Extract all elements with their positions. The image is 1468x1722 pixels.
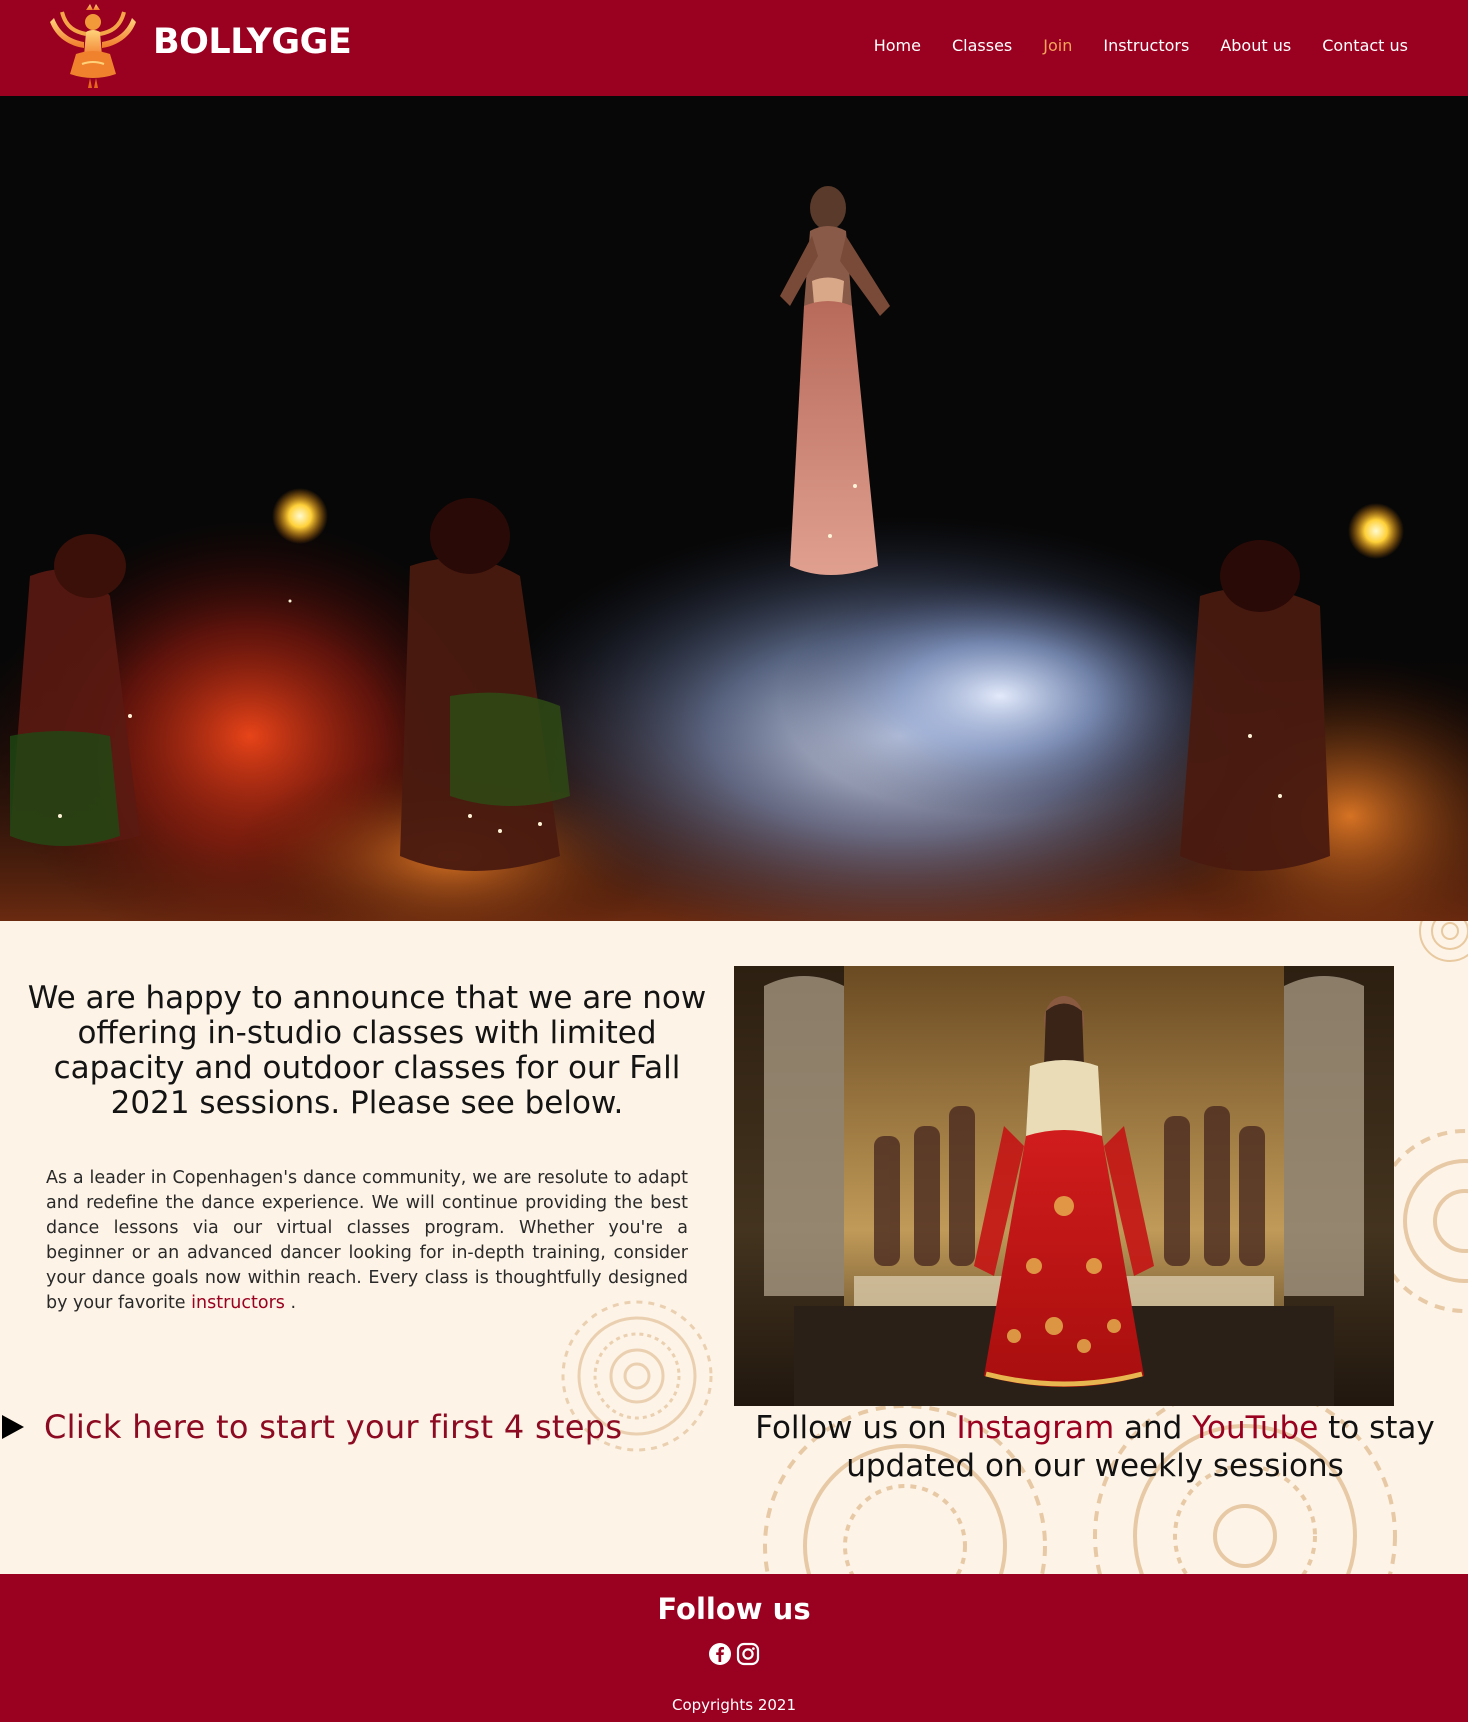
start-steps-label[interactable]: Click here to start your first 4 steps	[44, 1408, 622, 1446]
bride-photo	[734, 966, 1394, 1406]
mandala-decoration-icon	[1419, 921, 1468, 962]
nav-instructors[interactable]: Instructors	[1103, 36, 1189, 55]
nav-home[interactable]: Home	[874, 36, 921, 55]
announcement-headline: We are happy to announce that we are now…	[27, 980, 707, 1121]
brand-name[interactable]: BOLLYGGE	[153, 22, 352, 62]
instructors-link[interactable]: instructors	[191, 1293, 285, 1313]
follow-prefix: Follow us on	[755, 1410, 957, 1446]
nav-classes[interactable]: Classes	[952, 36, 1012, 55]
nav-join[interactable]: Join	[1043, 36, 1072, 55]
play-arrow-icon	[2, 1415, 24, 1439]
main-content: We are happy to announce that we are now…	[0, 921, 1468, 1574]
follow-message: Follow us on Instagram and YouTube to st…	[745, 1409, 1445, 1485]
hero-image	[0, 96, 1468, 921]
main-nav: Home Classes Join Instructors About us C…	[843, 36, 1408, 55]
start-steps-link[interactable]: Click here to start your first 4 steps	[0, 1408, 622, 1446]
intro-paragraph: As a leader in Copenhagen's dance commun…	[46, 1166, 688, 1316]
intro-text: As a leader in Copenhagen's dance commun…	[46, 1168, 688, 1313]
nav-contact-us[interactable]: Contact us	[1322, 36, 1408, 55]
social-icons	[708, 1642, 760, 1666]
instagram-link[interactable]: Instagram	[956, 1410, 1114, 1446]
copyright-text: Copyrights 2021	[671, 1696, 797, 1714]
mandala-decoration-icon	[1385, 1129, 1468, 1313]
facebook-icon[interactable]	[708, 1642, 732, 1666]
nav-about-us[interactable]: About us	[1220, 36, 1291, 55]
follow-and: and	[1114, 1410, 1193, 1446]
instagram-icon[interactable]	[736, 1642, 760, 1666]
site-header: BOLLYGGE Home Classes Join Instructors A…	[0, 0, 1468, 96]
dancer-logo-icon[interactable]	[46, 4, 140, 88]
site-footer: Follow us Copyrights 2021	[0, 1574, 1468, 1722]
youtube-link[interactable]: YouTube	[1192, 1410, 1318, 1446]
footer-title: Follow us	[657, 1592, 811, 1626]
intro-end: .	[284, 1293, 297, 1313]
